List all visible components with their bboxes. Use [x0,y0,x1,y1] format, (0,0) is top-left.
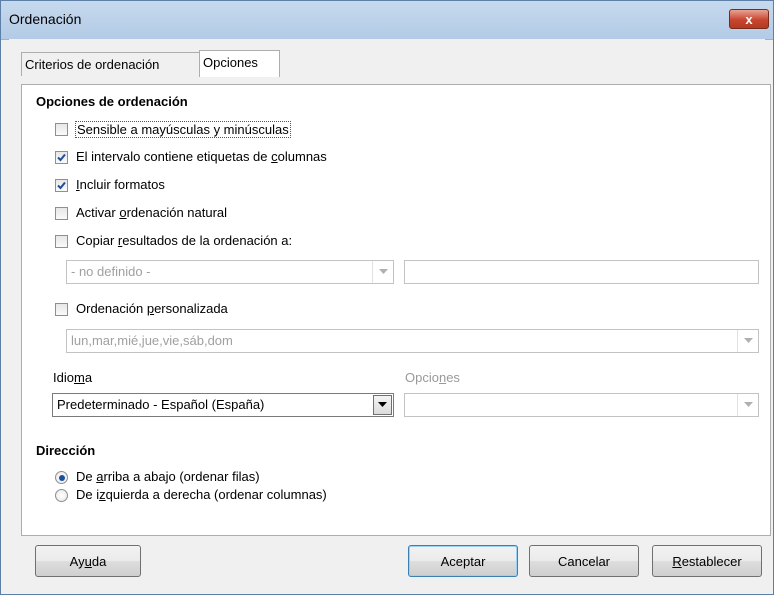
reset-mnemonic: R [672,553,682,569]
custom-sort-checkbox[interactable] [55,303,68,316]
options-text-2: es [446,370,460,385]
has-headers-text-1: El intervalo contiene etiquetas de [76,149,272,164]
copy-target-select-value: - no definido - [71,264,151,279]
custom-sort-mnemonic: p [146,301,155,316]
include-formats-text: ncluir formatos [79,177,165,192]
natural-sort-mnemonic: o [119,205,127,220]
sort-dialog: Ordenación x Criterios de ordenación Opc… [0,0,774,595]
reset-text: establecer [681,553,742,569]
language-select-value: Predeterminado - Español (España) [57,397,265,412]
case-sensitive-checkbox[interactable] [55,123,68,136]
help-text-1: Ay [69,553,85,569]
language-label: Idioma [53,370,92,385]
has-headers-label[interactable]: El intervalo contiene etiquetas de colum… [76,149,327,164]
options-panel: Opciones de ordenación Sensible a mayúsc… [21,84,771,536]
sort-options-heading: Opciones de ordenación [36,94,188,109]
close-button[interactable]: x [729,9,769,29]
copy-results-text-1: Copiar [76,233,118,248]
dialog-body: Criterios de ordenación Opciones Opcione… [9,39,771,589]
chevron-down-icon[interactable] [737,394,758,416]
left-to-right-label[interactable]: De izquierda a derecha (ordenar columnas… [76,487,327,502]
language-text-2: a [84,370,93,385]
language-select[interactable]: Predeterminado - Español (España) [52,393,394,417]
left-to-right-radio[interactable] [55,489,68,502]
tab-sort-criteria[interactable]: Criterios de ordenación [21,52,200,76]
case-sensitive-label[interactable]: Sensible a mayúsculas y minúsculas [75,121,291,138]
chevron-down-icon[interactable] [737,330,758,352]
title-bar[interactable]: Ordenación x [1,1,773,40]
language-text-1: Idio [53,370,74,385]
radio-selected-dot [58,474,65,481]
top-to-bottom-text-2: rriba a abajo (ordenar filas) [103,469,260,484]
custom-sort-list-select[interactable]: lun,mar,mié,jue,vie,sáb,dom [66,329,759,353]
help-mnemonic: u [84,553,92,569]
include-formats-checkbox[interactable] [55,179,68,192]
copy-results-label[interactable]: Copiar resultados de la ordenación a: [76,233,292,248]
natural-sort-checkbox[interactable] [55,207,68,220]
direction-heading: Dirección [36,443,96,458]
cancel-button[interactable]: Cancelar [529,545,639,577]
custom-sort-list-value: lun,mar,mié,jue,vie,sáb,dom [71,333,233,348]
include-formats-label[interactable]: Incluir formatos [76,177,165,192]
copy-target-input[interactable] [404,260,759,284]
options-text-1: Opcio [405,370,439,385]
copy-results-checkbox[interactable] [55,235,68,248]
options-label: Opciones [405,370,460,385]
reset-button[interactable]: Restablecer [652,545,762,577]
copy-results-text-2: esultados de la ordenación a: [122,233,293,248]
custom-sort-text-1: Ordenación [76,301,147,316]
chevron-down-icon[interactable] [372,261,393,283]
has-headers-text-2: olumnas [277,149,327,164]
custom-sort-text-2: ersonalizada [154,301,228,316]
left-to-right-text-1: De i [76,487,100,502]
dialog-title: Ordenación [9,11,82,27]
chevron-down-icon[interactable] [373,395,392,415]
left-to-right-text-2: quierda a derecha (ordenar columnas) [105,487,327,502]
help-text-2: da [91,553,107,569]
custom-sort-label[interactable]: Ordenación personalizada [76,301,228,316]
help-button[interactable]: Ay u da [35,545,141,577]
top-to-bottom-radio[interactable] [55,471,68,484]
natural-sort-text-1: Activar [76,205,120,220]
top-to-bottom-text-1: De [76,469,97,484]
copy-target-select[interactable]: - no definido - [66,260,394,284]
ok-button[interactable]: Aceptar [408,545,518,577]
has-headers-checkbox[interactable] [55,151,68,164]
natural-sort-text-2: rdenación natural [126,205,228,220]
case-sensitive-text: Sensible a mayúsculas y minúsculas [77,122,289,137]
natural-sort-label[interactable]: Activar ordenación natural [76,205,227,220]
options-select[interactable] [404,393,759,417]
close-icon: x [745,11,753,27]
checkmark-icon [57,181,66,190]
tab-options[interactable]: Opciones [199,50,280,77]
checkmark-icon [57,153,66,162]
language-mnemonic: m [73,370,85,385]
top-to-bottom-label[interactable]: De arriba a abajo (ordenar filas) [76,469,260,484]
